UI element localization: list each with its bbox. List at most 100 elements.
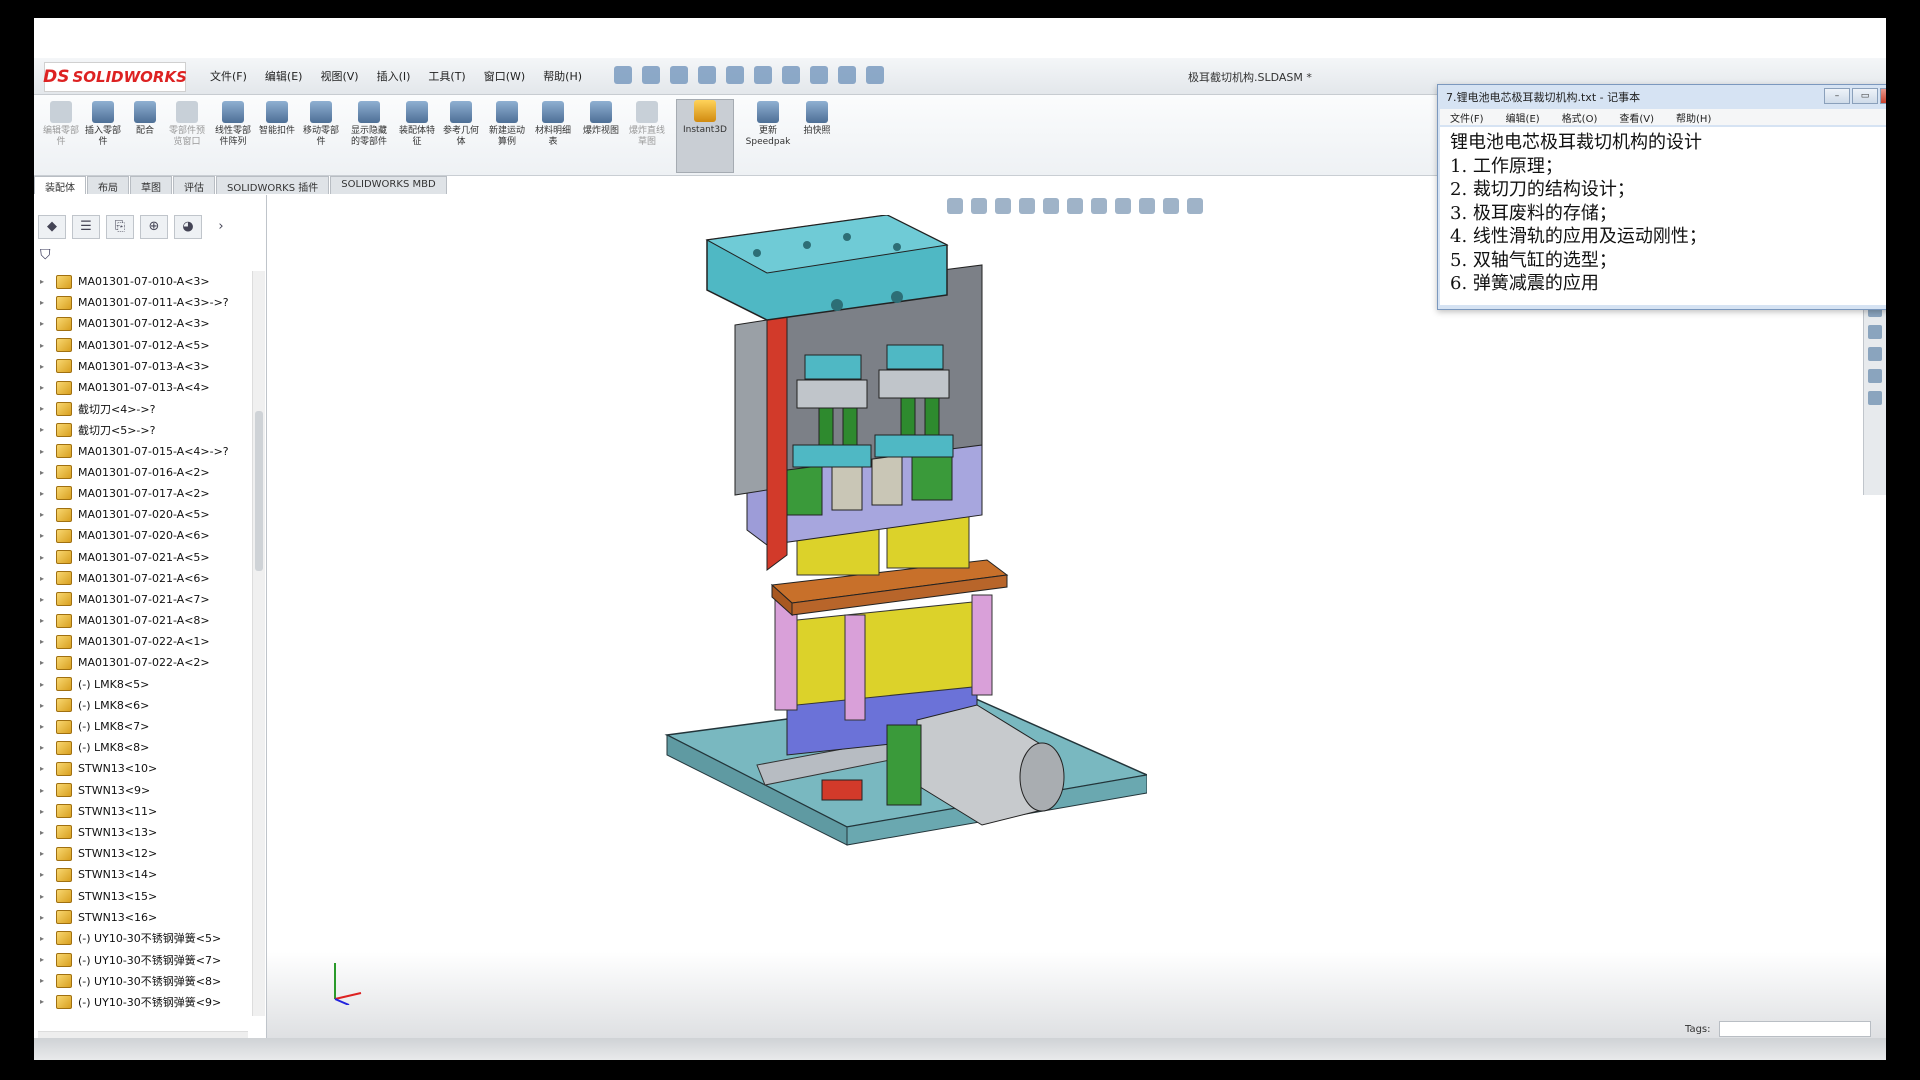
menu-file[interactable]: 文件(F) (210, 68, 247, 84)
expand-arrow-icon[interactable]: ▸ (40, 404, 52, 413)
tree-item[interactable]: ▸ MA01301-07-010-A<3> (34, 271, 256, 292)
expand-arrow-icon[interactable]: ▸ (40, 870, 52, 879)
expand-arrow-icon[interactable]: ▸ (40, 807, 52, 816)
mate-button[interactable]: 配合 (124, 101, 166, 171)
tree-item[interactable]: ▸ (-) LMK8<6> (34, 695, 256, 716)
expand-arrow-icon[interactable]: ▸ (40, 447, 52, 456)
feature-manager-tab-icon[interactable]: ◆ (38, 215, 66, 239)
tree-item[interactable]: ▸ STWN13<15> (34, 885, 256, 906)
expand-arrow-icon[interactable]: ▸ (40, 658, 52, 667)
tree-item[interactable]: ▸ STWN13<16> (34, 907, 256, 928)
property-manager-tab-icon[interactable]: ☰ (72, 215, 100, 239)
apply-scene-icon[interactable] (1163, 198, 1179, 214)
filter-icon[interactable]: ⛉ (40, 247, 51, 263)
np-menu-format[interactable]: 格式(O) (1562, 110, 1598, 125)
dynamic-annotation-icon[interactable] (1043, 198, 1059, 214)
expand-arrow-icon[interactable]: ▸ (40, 849, 52, 858)
tab-layout[interactable]: 布局 (87, 176, 129, 194)
tab-solidworks-addins[interactable]: SOLIDWORKS 插件 (216, 176, 330, 194)
np-menu-view[interactable]: 查看(V) (1619, 110, 1654, 125)
hide-show-items-icon[interactable] (1115, 198, 1131, 214)
options-gear-icon[interactable] (866, 66, 884, 84)
graphics-area[interactable]: Tags: (267, 195, 1886, 1055)
tree-item[interactable]: ▸ (-) LMK8<5> (34, 674, 256, 695)
expand-arrow-icon[interactable]: ▸ (40, 489, 52, 498)
zoom-to-fit-icon[interactable] (947, 198, 963, 214)
expand-arrow-icon[interactable]: ▸ (40, 913, 52, 922)
display-manager-tab-icon[interactable]: ◕ (174, 215, 202, 239)
tree-item[interactable]: ▸ 截切刀<5>->? (34, 419, 256, 440)
menu-view[interactable]: 视图(V) (320, 68, 358, 84)
show-hidden-button[interactable]: 显示隐藏的零部件 (348, 101, 390, 171)
menu-help[interactable]: 帮助(H) (543, 68, 582, 84)
previous-view-icon[interactable] (995, 198, 1011, 214)
expand-arrow-icon[interactable]: ▸ (40, 616, 52, 625)
expand-arrow-icon[interactable]: ▸ (40, 637, 52, 646)
tree-item[interactable]: ▸ MA01301-07-017-A<2> (34, 483, 256, 504)
minimize-button[interactable]: – (1824, 88, 1850, 104)
tree-item[interactable]: ▸ MA01301-07-021-A<6> (34, 568, 256, 589)
appearances-icon[interactable] (1868, 347, 1882, 361)
tree-item[interactable]: ▸ STWN13<11> (34, 801, 256, 822)
new-document-icon[interactable] (642, 66, 660, 84)
tree-vertical-scrollbar[interactable] (252, 271, 265, 1016)
tree-item[interactable]: ▸ MA01301-07-022-A<1> (34, 631, 256, 652)
tree-item[interactable]: ▸ 截切刀<4>->? (34, 398, 256, 419)
solidworks-logo[interactable]: DS SOLIDWORKS (43, 62, 187, 92)
rebuild-icon[interactable] (810, 66, 828, 84)
tree-item[interactable]: ▸ STWN13<12> (34, 843, 256, 864)
undo-icon[interactable] (754, 66, 772, 84)
print-icon[interactable] (726, 66, 744, 84)
forum-icon[interactable] (1868, 391, 1882, 405)
expand-arrow-icon[interactable]: ▸ (40, 976, 52, 985)
notepad-text-area[interactable]: 锂电池电芯极耳裁切机构的设计 1. 工作原理； 2. 裁切刀的结构设计； 3. … (1440, 127, 1886, 305)
smart-fasteners-button[interactable]: 智能扣件 (256, 101, 298, 171)
expand-arrow-icon[interactable]: ▸ (40, 468, 52, 477)
np-menu-file[interactable]: 文件(F) (1450, 110, 1484, 125)
custom-properties-icon[interactable] (1868, 369, 1882, 383)
tree-item[interactable]: ▸ MA01301-07-021-A<8> (34, 610, 256, 631)
tab-sketch[interactable]: 草图 (130, 176, 172, 194)
tree-item[interactable]: ▸ STWN13<9> (34, 780, 256, 801)
tree-item[interactable]: ▸ MA01301-07-016-A<2> (34, 462, 256, 483)
tags-input[interactable] (1719, 1021, 1871, 1037)
expand-arrow-icon[interactable]: ▸ (40, 892, 52, 901)
expand-arrow-icon[interactable]: ▸ (40, 828, 52, 837)
tree-item[interactable]: ▸ MA01301-07-013-A<3> (34, 356, 256, 377)
save-icon[interactable] (698, 66, 716, 84)
expand-arrow-icon[interactable]: ▸ (40, 277, 52, 286)
display-style-icon[interactable] (1091, 198, 1107, 214)
tree-item[interactable]: ▸ STWN13<10> (34, 758, 256, 779)
expand-arrow-icon[interactable]: ▸ (40, 319, 52, 328)
expand-arrow-icon[interactable]: ▸ (40, 722, 52, 731)
exploded-view-button[interactable]: 爆炸视图 (580, 101, 622, 171)
tree-item[interactable]: ▸ MA01301-07-020-A<6> (34, 525, 256, 546)
take-snapshot-button[interactable]: 拍快照 (796, 101, 838, 171)
tree-item[interactable]: ▸ MA01301-07-012-A<5> (34, 335, 256, 356)
update-speedpak-button[interactable]: 更新Speedpak (740, 101, 796, 171)
expand-arrow-icon[interactable]: ▸ (40, 531, 52, 540)
design-library-icon[interactable] (1868, 325, 1882, 339)
tree-item[interactable]: ▸ MA01301-07-011-A<3>->? (34, 292, 256, 313)
expand-arrow-icon[interactable]: ▸ (40, 997, 52, 1006)
file-properties-icon[interactable] (838, 66, 856, 84)
tree-item[interactable]: ▸ STWN13<14> (34, 864, 256, 885)
reference-geometry-button[interactable]: 参考几何体 (440, 101, 482, 171)
expand-arrow-icon[interactable]: ▸ (40, 764, 52, 773)
expand-arrow-icon[interactable]: ▸ (40, 934, 52, 943)
menu-tools[interactable]: 工具(T) (428, 68, 465, 84)
tree-item[interactable]: ▸ MA01301-07-013-A<4> (34, 377, 256, 398)
scrollbar-thumb[interactable] (255, 411, 263, 571)
expand-arrow-icon[interactable]: ▸ (40, 743, 52, 752)
insert-component-button[interactable]: 插入零部件 (82, 101, 124, 171)
expand-arrow-icon[interactable]: ▸ (40, 680, 52, 689)
view-settings-icon[interactable] (1187, 198, 1203, 214)
tree-item[interactable]: ▸ MA01301-07-015-A<4>->? (34, 441, 256, 462)
instant3d-button[interactable]: Instant3D (676, 99, 734, 173)
np-menu-edit[interactable]: 编辑(E) (1506, 110, 1540, 125)
tab-assembly[interactable]: 装配体 (34, 176, 86, 194)
expand-arrow-icon[interactable]: ▸ (40, 298, 52, 307)
section-view-icon[interactable] (1019, 198, 1035, 214)
expand-arrow-icon[interactable]: ▸ (40, 701, 52, 710)
open-icon[interactable] (670, 66, 688, 84)
